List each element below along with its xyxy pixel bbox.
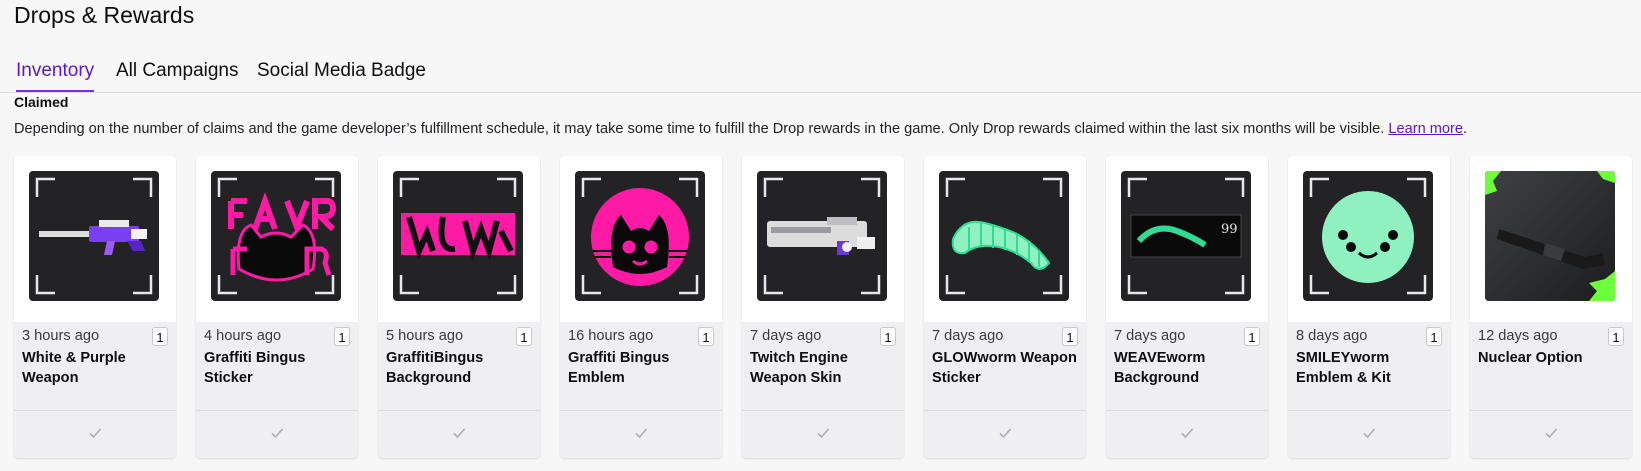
- reward-image-area: [1470, 156, 1632, 322]
- page-title: Drops & Rewards: [14, 2, 195, 28]
- checkmark-icon: [998, 426, 1012, 444]
- quantity-badge: 1: [152, 327, 168, 346]
- reward-image-area: [378, 156, 540, 322]
- reward-image-area: [742, 156, 904, 322]
- card-footer[interactable]: [560, 410, 722, 458]
- reward-image-area: [560, 156, 722, 322]
- quantity-badge: 1: [880, 327, 896, 346]
- card-footer[interactable]: [14, 410, 176, 458]
- reward-name: WEAVEworm Background: [1114, 350, 1206, 386]
- checkmark-icon: [634, 426, 648, 444]
- card-footer[interactable]: [1470, 410, 1632, 458]
- card-footer[interactable]: [378, 410, 540, 458]
- card-footer[interactable]: [742, 410, 904, 458]
- nuclear-option-image: [1485, 171, 1615, 301]
- quantity-badge: 1: [516, 327, 532, 346]
- card-footer[interactable]: [196, 410, 358, 458]
- learn-more-link[interactable]: Learn more: [1388, 121, 1463, 137]
- claimed-time: 8 days ago: [1296, 328, 1368, 344]
- claimed-time: 7 days ago: [1114, 328, 1186, 344]
- reward-name: Nuclear Option: [1478, 350, 1583, 366]
- card-footer[interactable]: [924, 410, 1086, 458]
- reward-name: Graffiti Bingus Sticker: [204, 350, 306, 386]
- white-purple-rifle-image: [29, 171, 159, 301]
- claimed-time: 5 hours ago: [386, 328, 464, 344]
- bingus-sticker-image: [211, 171, 341, 301]
- reward-image-area: 99: [1106, 156, 1268, 322]
- tab-social-media-badge[interactable]: Social Media Badge: [257, 60, 426, 82]
- claimed-time: 7 days ago: [750, 328, 822, 344]
- claimed-time: 16 hours ago: [568, 328, 654, 344]
- quantity-badge: 1: [1426, 327, 1442, 346]
- checkmark-icon: [1362, 426, 1376, 444]
- card-footer[interactable]: [1288, 410, 1450, 458]
- glowworm-image: [939, 171, 1069, 301]
- quantity-badge: 1: [698, 327, 714, 346]
- quantity-badge: 1: [1062, 327, 1078, 346]
- section-heading-claimed: Claimed: [14, 94, 69, 110]
- quantity-badge: 1: [1608, 327, 1624, 346]
- reward-name: White & Purple Weapon: [22, 350, 126, 386]
- reward-card-8[interactable]: 8 days ago 1 SMILEYworm Emblem & Kit: [1288, 156, 1450, 458]
- reward-name: Graffiti Bingus Emblem: [568, 350, 670, 386]
- reward-name: Twitch Engine Weapon Skin: [750, 350, 848, 386]
- weaveworm-image: 99: [1121, 171, 1251, 301]
- tab-all-campaigns[interactable]: All Campaigns: [116, 60, 239, 82]
- reward-image-area: [14, 156, 176, 322]
- reward-card-4[interactable]: 16 hours ago 1 Graffiti Bingus Emblem: [560, 156, 722, 458]
- reward-name: SMILEYworm Emblem & Kit: [1296, 350, 1391, 386]
- reward-image-area: [1288, 156, 1450, 322]
- tab-bar: Inventory All Campaigns Social Media Bad…: [0, 56, 1641, 93]
- checkmark-icon: [88, 426, 102, 444]
- weaveworm-number: 99: [1221, 222, 1238, 237]
- reward-image-area: [924, 156, 1086, 322]
- reward-card-3[interactable]: 5 hours ago 1 GraffitiBingus Background: [378, 156, 540, 458]
- info-text-body: Depending on the number of claims and th…: [14, 121, 1385, 137]
- engine-weapon-image: [757, 171, 887, 301]
- tab-inventory[interactable]: Inventory: [16, 60, 95, 92]
- claimed-time: 4 hours ago: [204, 328, 282, 344]
- quantity-badge: 1: [1244, 327, 1260, 346]
- quantity-badge: 1: [334, 327, 350, 346]
- smiley-image: [1303, 171, 1433, 301]
- reward-image-area: [196, 156, 358, 322]
- reward-name: GraffitiBingus Background: [386, 350, 484, 386]
- checkmark-icon: [270, 426, 284, 444]
- reward-card-1[interactable]: 3 hours ago 1 White & Purple Weapon: [14, 156, 176, 458]
- reward-card-7[interactable]: 99 7 days ago 1 WEAVEworm Background: [1106, 156, 1268, 458]
- checkmark-icon: [452, 426, 466, 444]
- card-footer[interactable]: [1106, 410, 1268, 458]
- claimed-time: 7 days ago: [932, 328, 1004, 344]
- claimed-info-text: Depending on the number of claims and th…: [14, 121, 1634, 137]
- checkmark-icon: [1544, 426, 1558, 444]
- claimed-time: 3 hours ago: [22, 328, 100, 344]
- reward-card-6[interactable]: 7 days ago 1 GLOWworm Weapon Sticker: [924, 156, 1086, 458]
- info-text-period: .: [1463, 121, 1468, 137]
- bingus-background-image: [393, 171, 523, 301]
- claimed-time: 12 days ago: [1478, 328, 1558, 344]
- reward-card-5[interactable]: 7 days ago 1 Twitch Engine Weapon Skin: [742, 156, 904, 458]
- reward-card-9[interactable]: 12 days ago 1 Nuclear Option: [1470, 156, 1632, 458]
- checkmark-icon: [816, 426, 830, 444]
- reward-name: GLOWworm Weapon Sticker: [932, 350, 1077, 386]
- bingus-emblem-image: [575, 171, 705, 301]
- reward-card-2[interactable]: 4 hours ago 1 Graffiti Bingus Sticker: [196, 156, 358, 458]
- checkmark-icon: [1180, 426, 1194, 444]
